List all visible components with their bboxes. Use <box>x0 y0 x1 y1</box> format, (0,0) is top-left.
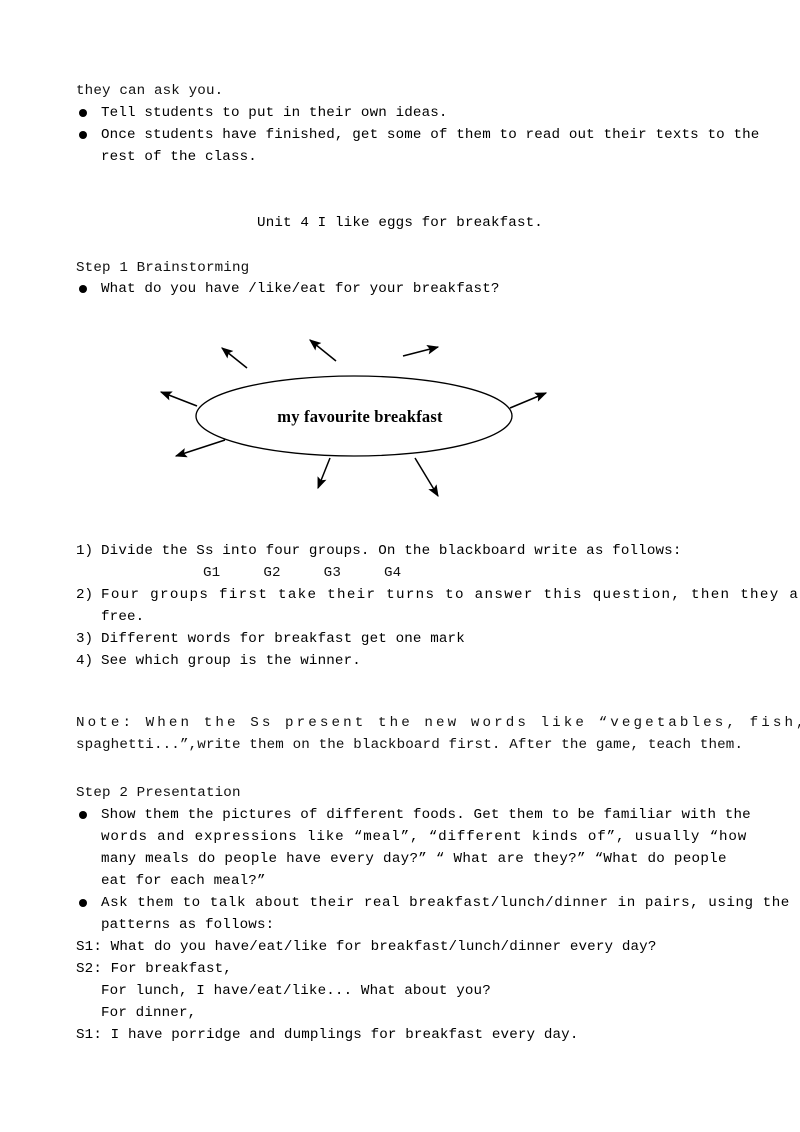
step1-heading: Step 1 Brainstorming <box>76 260 250 276</box>
list-item-text-line2: patterns as follows: <box>101 917 275 933</box>
numbered-list-marker: 1) <box>76 543 94 559</box>
numbered-list-item: 1) Divide the Ss into four groups. On th… <box>76 540 726 562</box>
step2-heading: Step 2 Presentation <box>76 785 241 801</box>
numbered-list-marker: 3) <box>76 631 94 647</box>
diagram-arrow-left <box>159 391 198 407</box>
diagram-arrow-top-right <box>402 345 440 357</box>
bullet-dot-icon <box>79 899 87 907</box>
note-line1: Note: When the Ss present the new words … <box>76 715 800 731</box>
group-label-g3: G3 <box>323 565 341 581</box>
dialogue-line-s1-question: S1: What do you have/eat/like for breakf… <box>76 939 657 955</box>
numbered-list-text: Different words for breakfast get one ma… <box>101 631 465 647</box>
group-label-g4: G4 <box>383 565 402 581</box>
list-item-text-line2: words and expressions like “meal”, “diff… <box>101 829 748 845</box>
diagram-center-label: my favourite breakfast <box>277 407 443 426</box>
numbered-list-text: Divide the Ss into four groups. On the b… <box>101 543 682 559</box>
group-labels-row: G1 G2 G3 G4 <box>203 562 401 584</box>
numbered-list-text: See which group is the winner. <box>101 653 361 669</box>
diagram-arrow-right <box>509 392 548 409</box>
note-line2: spaghetti...”,write them on the blackboa… <box>76 737 744 753</box>
diagram-arrow-top-left <box>309 339 337 362</box>
list-item-text: Tell students to put in their own ideas. <box>101 105 448 121</box>
page-title: Unit 4 I like eggs for breakfast. <box>257 215 543 231</box>
list-item-text-line3: many meals do people have every day?” “ … <box>101 851 727 867</box>
diagram-arrow-bottom-center <box>317 457 331 490</box>
list-item: What do you have /like/eat for your brea… <box>76 278 726 300</box>
diagram-arrow-upper-left <box>221 347 248 369</box>
numbered-list-marker: 4) <box>76 653 94 669</box>
group-label-g1: G1 <box>203 565 221 581</box>
bullet-dot-icon <box>79 109 87 117</box>
group-label-g2: G2 <box>263 565 281 581</box>
dialogue-line-lunch: For lunch, I have/eat/like... What about… <box>101 983 491 999</box>
list-item-text-line1: Show them the pictures of different food… <box>101 807 751 823</box>
diagram-arrow-lower-left <box>174 439 226 458</box>
numbered-list-marker: 2) <box>76 587 94 603</box>
dialogue-line-s1-answer: S1: I have porridge and dumplings for br… <box>76 1027 579 1043</box>
numbered-list-text-line1: Four groups first take their turns to an… <box>101 587 800 603</box>
continuation-line: they can ask you. <box>76 83 224 99</box>
bullet-dot-icon <box>79 811 87 819</box>
document-page: they can ask you. Tell students to put i… <box>0 0 800 1132</box>
list-item-text-line1: Ask them to talk about their real breakf… <box>101 895 790 911</box>
bullet-dot-icon <box>79 131 87 139</box>
brainstorm-prompt: What do you have /like/eat for your brea… <box>101 281 500 297</box>
numbered-list-item: 4) See which group is the winner. <box>76 650 726 672</box>
numbered-list-item: 3) Different words for breakfast get one… <box>76 628 726 650</box>
list-item-text-line4: eat for each meal?” <box>101 873 266 889</box>
list-item: Ask them to talk about their real breakf… <box>76 892 790 936</box>
brainstorm-diagram: my favourite breakfast <box>140 325 580 515</box>
numbered-list-item: 2) Four groups first take their turns to… <box>76 584 800 628</box>
list-item-text-line2: rest of the class. <box>101 149 257 165</box>
list-item: Tell students to put in their own ideas. <box>76 102 726 124</box>
list-item: Show them the pictures of different food… <box>76 804 751 892</box>
dialogue-line-dinner: For dinner, <box>101 1005 197 1021</box>
list-item-text-line1: Once students have finished, get some of… <box>101 127 760 143</box>
bullet-dot-icon <box>79 285 87 293</box>
numbered-list-text-line2: free. <box>101 609 145 625</box>
diagram-arrow-bottom-right <box>414 457 439 498</box>
dialogue-line-s2-breakfast: S2: For breakfast, <box>76 961 232 977</box>
list-item: Once students have finished, get some of… <box>76 124 760 168</box>
